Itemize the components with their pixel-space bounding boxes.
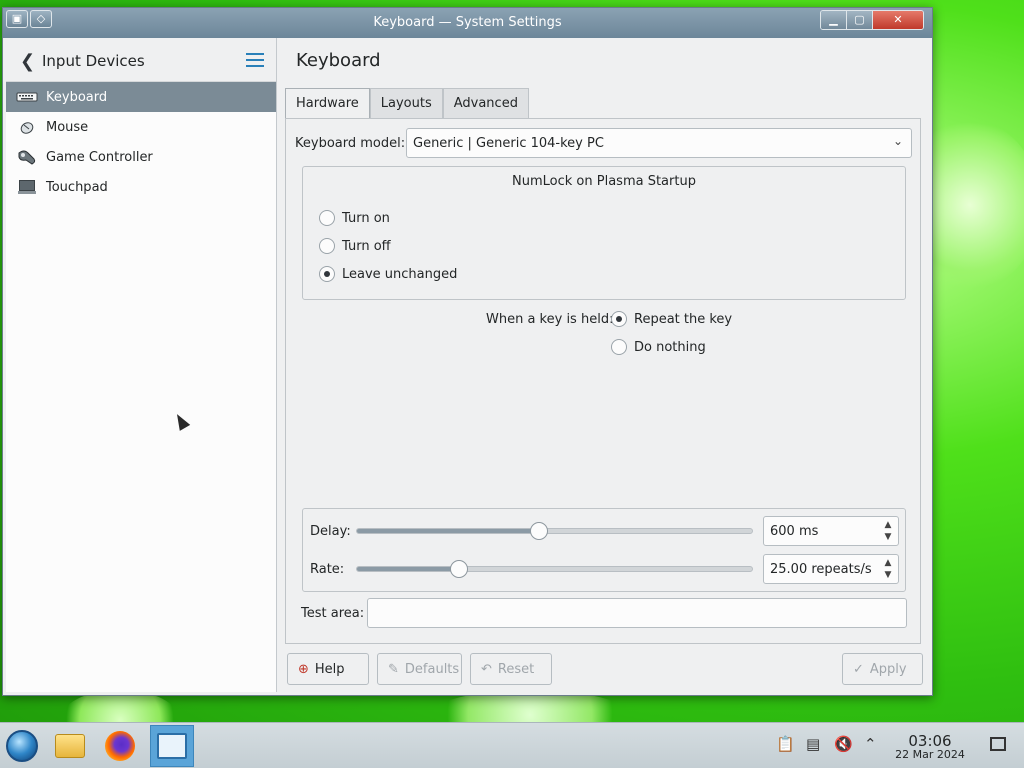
taskbar-system-settings[interactable] (150, 725, 194, 767)
delay-spinbox[interactable]: 600 ms ▲ ▼ (763, 516, 899, 546)
start-orb-icon (6, 730, 38, 762)
numlock-turn-off-radio[interactable]: Turn off (319, 238, 391, 254)
radio-label: Leave unchanged (342, 266, 458, 282)
defaults-label: Defaults (404, 661, 460, 677)
help-button[interactable]: ⊕ Help (287, 653, 369, 685)
numlock-group: NumLock on Plasma Startup Turn on Turn o… (302, 166, 906, 300)
delay-slider-handle[interactable] (529, 522, 548, 540)
touchpad-icon (16, 179, 38, 195)
game-controller-icon (16, 149, 38, 165)
sidebar: ❮ Input Devices Keyboard Mouse Game Cont… (6, 38, 277, 692)
sidebar-item-mouse[interactable]: Mouse (6, 112, 276, 142)
radio-label: Do nothing (634, 339, 706, 355)
help-label: Help (314, 661, 345, 677)
tab-layouts[interactable]: Layouts (369, 88, 443, 118)
page-title: Keyboard (296, 50, 381, 71)
repeat-key-radio[interactable]: Repeat the key (611, 311, 732, 327)
do-nothing-radio[interactable]: Do nothing (611, 339, 706, 355)
radio-label: Turn on (342, 210, 390, 226)
sidebar-item-label: Game Controller (46, 149, 153, 165)
taskbar-firefox[interactable] (98, 725, 142, 767)
mouse-icon (16, 119, 38, 135)
numlock-turn-on-radio[interactable]: Turn on (319, 210, 390, 226)
maximize-button[interactable]: ▢ (847, 11, 873, 29)
delay-slider-fill (357, 529, 540, 533)
keyboard-model-value: Generic | Generic 104-key PC (413, 136, 604, 151)
minimize-button[interactable]: ▁ (821, 11, 847, 29)
rate-slider-handle[interactable] (450, 560, 469, 578)
firefox-icon (105, 731, 135, 761)
sidebar-item-touchpad[interactable]: Touchpad (6, 172, 276, 202)
taskbar-file-manager[interactable] (48, 725, 92, 767)
hardware-panel: Keyboard model: Generic | Generic 104-ke… (285, 118, 921, 644)
spin-arrows-icon[interactable]: ▲ ▼ (882, 557, 894, 581)
start-menu-button[interactable] (0, 725, 44, 767)
tab-advanced[interactable]: Advanced (442, 88, 529, 118)
notes-tray-icon[interactable]: ▤ (806, 735, 820, 753)
sidebar-title: Input Devices (42, 52, 145, 70)
sidebar-item-game-controller[interactable]: Game Controller (6, 142, 276, 172)
rate-slider[interactable] (356, 566, 753, 572)
numlock-group-title: NumLock on Plasma Startup (512, 174, 696, 189)
apply-button[interactable]: ✓ Apply (842, 653, 923, 685)
taskbar: 📋 ▤ 🔇 ⌃ (0, 722, 1024, 768)
reset-icon: ↶ (481, 661, 492, 677)
radio-button[interactable] (319, 210, 335, 226)
keyboard-model-select[interactable]: Generic | Generic 104-key PC ⌄ (406, 128, 912, 158)
volume-muted-icon[interactable]: 🔇 (834, 735, 853, 753)
system-settings-icon (157, 733, 187, 759)
test-area-label: Test area: (301, 606, 365, 621)
hamburger-menu-icon[interactable] (246, 53, 264, 67)
show-desktop-icon[interactable] (990, 737, 1006, 751)
rate-label: Rate: (310, 562, 345, 577)
radio-button[interactable] (319, 238, 335, 254)
main-content: Keyboard Hardware Layouts Advanced Keybo… (278, 38, 929, 692)
radio-button[interactable] (319, 266, 335, 282)
sidebar-item-label: Touchpad (46, 179, 108, 195)
close-button[interactable]: ✕ (873, 11, 923, 29)
tab-bar: Hardware Layouts Advanced (285, 88, 529, 118)
chevron-down-icon: ⌄ (892, 134, 903, 148)
help-icon: ⊕ (298, 661, 309, 677)
sidebar-header: ❮ Input Devices (6, 38, 276, 82)
radio-button[interactable] (611, 311, 627, 327)
spin-arrows-icon[interactable]: ▲ ▼ (882, 519, 894, 543)
defaults-button[interactable]: ✎ Defaults (377, 653, 462, 685)
keyboard-icon (16, 89, 38, 105)
main-header: Keyboard (278, 38, 929, 82)
folder-icon (55, 734, 85, 758)
delay-label: Delay: (310, 524, 351, 539)
reset-label: Reset (497, 661, 535, 677)
tab-hardware[interactable]: Hardware (285, 88, 370, 118)
numlock-leave-unchanged-radio[interactable]: Leave unchanged (319, 266, 457, 282)
clock-date[interactable]: 22 Mar 2024 (880, 748, 980, 761)
window-title: Keyboard — System Settings (373, 15, 562, 30)
sidebar-item-label: Mouse (46, 119, 89, 135)
repeat-settings-group: Delay: 600 ms ▲ ▼ Rate: 25.00 repeats/s ▲… (302, 508, 906, 592)
apply-label: Apply (869, 661, 907, 677)
clipboard-tray-icon[interactable]: 📋 (776, 735, 795, 753)
sidebar-item-label: Keyboard (46, 89, 108, 105)
chevron-up-icon[interactable]: ⌃ (864, 735, 877, 753)
radio-button[interactable] (611, 339, 627, 355)
footer-buttons: ⊕ Help ✎ Defaults ↶ Reset ✓ Apply (285, 653, 923, 685)
rate-value: 25.00 repeats/s (770, 562, 872, 577)
key-held-label: When a key is held: (486, 312, 614, 327)
rate-spinbox[interactable]: 25.00 repeats/s ▲ ▼ (763, 554, 899, 584)
radio-label: Turn off (342, 238, 391, 254)
sidebar-item-keyboard[interactable]: Keyboard (6, 82, 276, 112)
keyboard-model-label: Keyboard model: (295, 136, 406, 151)
delay-slider[interactable] (356, 528, 753, 534)
checkmark-icon: ✓ (853, 661, 864, 677)
defaults-icon: ✎ (388, 661, 399, 677)
test-area-input[interactable] (367, 598, 907, 628)
system-settings-window: ▣ ◇ Keyboard — System Settings ▁ ▢ ✕ ❮ I… (2, 7, 933, 696)
window-controls: ▁ ▢ ✕ (820, 10, 924, 30)
delay-value: 600 ms (770, 524, 819, 539)
radio-label: Repeat the key (634, 311, 733, 327)
rate-slider-fill (357, 567, 461, 571)
reset-button[interactable]: ↶ Reset (470, 653, 552, 685)
back-arrow-icon[interactable]: ❮ (20, 51, 35, 72)
title-bar[interactable]: ▣ ◇ Keyboard — System Settings ▁ ▢ ✕ (3, 8, 932, 38)
